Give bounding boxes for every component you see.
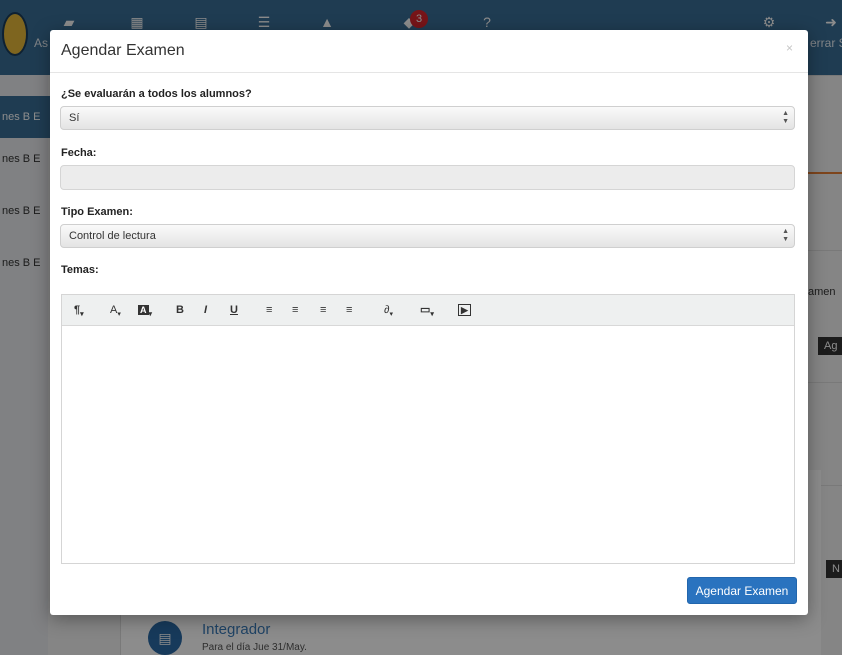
align-center-button[interactable]: ≡ xyxy=(292,302,298,318)
chevron-down-icon: ▾ xyxy=(80,311,84,318)
exam-type-value: Control de lectura xyxy=(69,230,156,242)
exam-type-select[interactable]: Control de lectura ▲ ▼ xyxy=(60,224,795,248)
topics-label: Temas: xyxy=(61,264,99,276)
link-button[interactable]: ∂▾ xyxy=(384,302,393,318)
modal-title: Agendar Examen xyxy=(61,42,185,59)
align-right-icon: ≡ xyxy=(320,304,327,316)
align-left-button[interactable]: ≡ xyxy=(266,302,272,318)
select-arrows-icon: ▲ ▼ xyxy=(782,228,789,243)
chevron-down-icon: ▾ xyxy=(117,311,121,318)
video-icon: ▶ xyxy=(458,304,471,316)
justify-icon: ≡ xyxy=(346,304,353,316)
italic-button[interactable]: I xyxy=(204,302,207,318)
modal-header: Agendar Examen × xyxy=(50,30,808,73)
video-button[interactable]: ▶ xyxy=(458,302,471,318)
underline-icon: U xyxy=(230,304,238,316)
underline-button[interactable]: U xyxy=(230,302,238,318)
exam-type-label: Tipo Examen: xyxy=(61,206,133,218)
align-left-icon: ≡ xyxy=(266,304,273,316)
schedule-exam-button[interactable]: Agendar Examen xyxy=(687,577,797,604)
evaluate-all-label: ¿Se evaluarán a todos los alumnos? xyxy=(61,88,252,100)
align-right-button[interactable]: ≡ xyxy=(320,302,326,318)
evaluate-all-select[interactable]: Sí ▲ ▼ xyxy=(60,106,795,130)
close-icon[interactable]: × xyxy=(786,41,793,55)
chevron-down-icon: ▾ xyxy=(430,311,434,318)
background-color-icon: A xyxy=(138,305,149,315)
editor-content-area[interactable] xyxy=(62,326,794,563)
background-color-button[interactable]: A ▾ xyxy=(138,302,152,318)
evaluate-all-value: Sí xyxy=(69,112,80,124)
paragraph-style-button[interactable]: ¶▾ xyxy=(74,302,84,318)
date-label: Fecha: xyxy=(61,147,97,159)
align-center-icon: ≡ xyxy=(292,304,299,316)
editor-toolbar: ¶▾ A▾ A ▾ B I U ≡ ≡ ≡ ≡ ∂▾ ▭▾ ▶ xyxy=(62,295,794,326)
justify-button[interactable]: ≡ xyxy=(346,302,352,318)
chevron-down-icon: ▾ xyxy=(389,311,393,318)
bold-button[interactable]: B xyxy=(176,302,184,318)
schedule-exam-modal: Agendar Examen × ¿Se evaluarán a todos l… xyxy=(50,30,808,615)
image-icon: ▭ xyxy=(420,304,431,316)
font-color-button[interactable]: A▾ xyxy=(110,302,121,318)
date-field[interactable] xyxy=(60,165,795,190)
select-arrows-icon: ▲ ▼ xyxy=(782,110,789,125)
italic-icon: I xyxy=(204,304,208,316)
chevron-down-icon: ▾ xyxy=(148,311,153,318)
rich-text-editor: ¶▾ A▾ A ▾ B I U ≡ ≡ ≡ ≡ ∂▾ ▭▾ ▶ xyxy=(61,294,795,564)
image-button[interactable]: ▭▾ xyxy=(420,302,434,318)
bold-icon: B xyxy=(176,304,184,316)
